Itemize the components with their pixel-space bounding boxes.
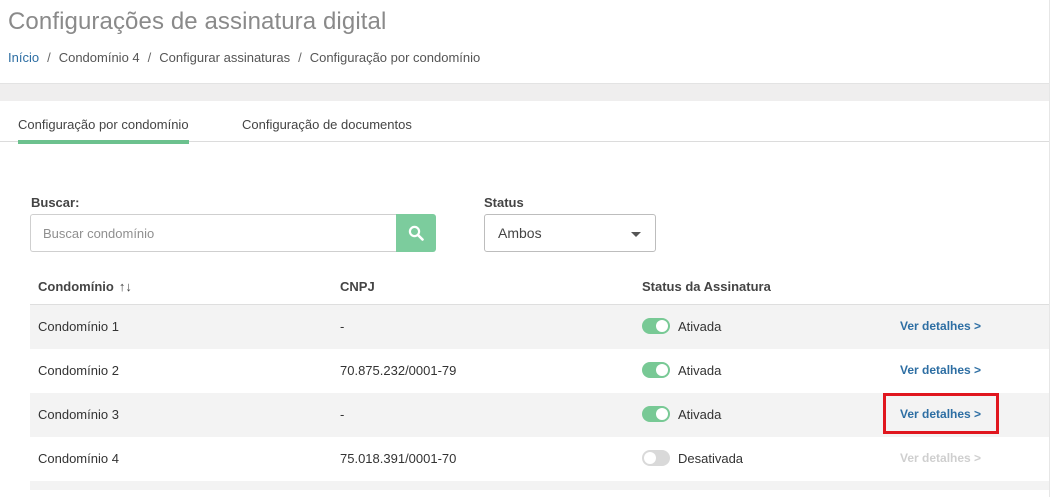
tab-configuracao-de-documentos[interactable]: Configuração de documentos [242,117,412,140]
breadcrumb-item-configurar-assinaturas[interactable]: Configurar assinaturas [159,50,290,65]
search-icon [408,225,424,241]
cell-condominio: Condomínio 1 [38,319,119,334]
toggle-knob [656,408,668,420]
cell-condominio: Condomínio 4 [38,451,119,466]
search-button[interactable] [396,214,436,252]
cell-cnpj: - [340,319,345,334]
toggle-knob [644,452,656,464]
tab-bar: Configuração por condomínio Configuração… [0,101,1049,144]
breadcrumb: Início / Condomínio 4 / Configurar assin… [8,50,480,65]
breadcrumb-home-link[interactable]: Início [8,50,39,65]
condominium-table: Condomínio ↑↓ CNPJ Status da Assinatura C… [30,266,1049,490]
status-toggle[interactable] [642,318,670,334]
status-toggle[interactable] [642,406,670,422]
status-text: Desativada [678,450,744,466]
status-text: Ativada [678,318,722,334]
page-border [1049,0,1050,497]
cell-cnpj: 75.018.391/0001-70 [340,451,457,466]
cell-condominio: Condomínio 2 [38,363,119,378]
ver-detalhes-link[interactable]: Ver detalhes > [900,319,981,333]
breadcrumb-separator: / [47,50,51,65]
breadcrumb-item-current: Configuração por condomínio [309,50,481,65]
sort-icon[interactable]: ↑↓ [119,279,132,294]
table-row: Condomínio 3 - Ativada Ver detalhes > [30,393,1049,437]
status-label: Status [484,195,524,210]
cell-condominio: Condomínio 3 [38,407,119,422]
table-row: Condomínio 2 70.875.232/0001-79 Ativada … [30,349,1049,393]
search-label: Buscar: [31,195,80,210]
ver-detalhes-link[interactable]: Ver detalhes > [900,363,981,377]
column-header-condominio[interactable]: Condomínio ↑↓ [38,279,132,294]
table-header: Condomínio ↑↓ CNPJ Status da Assinatura [30,266,1049,305]
status-toggle[interactable] [642,450,670,466]
search-input[interactable] [30,214,396,252]
breadcrumb-item-condominio[interactable]: Condomínio 4 [59,50,140,65]
column-header-status-assinatura: Status da Assinatura [642,279,771,294]
column-header-label: Condomínio [38,279,114,294]
cell-status: Ativada [642,318,721,334]
status-toggle[interactable] [642,362,670,378]
toggle-knob [656,364,668,376]
status-text: Ativada [678,362,722,378]
chevron-down-icon [631,232,641,237]
header-divider-band [0,83,1050,101]
cell-cnpj: - [340,407,345,422]
toggle-knob [656,320,668,332]
status-select[interactable]: Ambos [484,214,656,252]
cell-status: Desativada [642,450,743,466]
status-select-value: Ambos [498,225,542,241]
column-header-cnpj: CNPJ [340,279,375,294]
page-title: Configurações de assinatura digital [8,8,387,35]
tab-configuracao-por-condominio[interactable]: Configuração por condomínio [18,117,189,144]
status-text: Ativada [678,406,722,422]
ver-detalhes-link[interactable]: Ver detalhes > [900,407,981,421]
breadcrumb-separator: / [298,50,302,65]
table-row: Condomínio 1 - Ativada Ver detalhes > [30,305,1049,349]
cell-status: Ativada [642,406,721,422]
breadcrumb-separator: / [147,50,152,65]
table-row: Condomínio 4 75.018.391/0001-70 Desativa… [30,437,1049,481]
search-group [30,214,436,252]
table-row-partial [30,481,1049,490]
cell-cnpj: 70.875.232/0001-79 [340,363,457,378]
cell-status: Ativada [642,362,721,378]
ver-detalhes-link-disabled: Ver detalhes > [900,451,982,465]
